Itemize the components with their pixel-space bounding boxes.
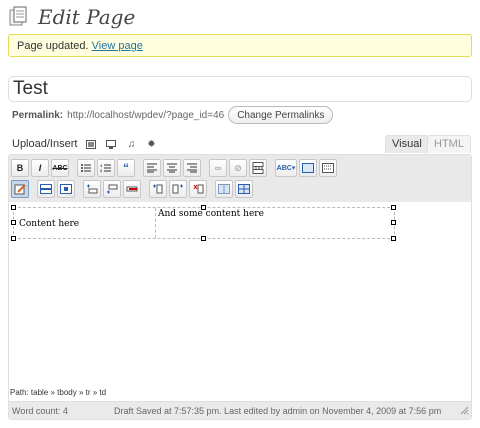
title-input[interactable] [9, 77, 471, 101]
blockquote-icon[interactable]: “ [117, 159, 135, 177]
toolbar-row-1: B I ABC 12 “ ∞ ⊘ ABC▾ [11, 158, 471, 178]
insert-col-after-icon[interactable] [169, 180, 187, 198]
split-cells-icon[interactable] [215, 180, 233, 198]
delete-col-icon[interactable] [189, 180, 207, 198]
view-page-link[interactable]: View page [92, 40, 143, 52]
permalink-row: Permalink: http://localhost/wpdev/?page_… [12, 105, 334, 125]
editor-toolbar: B I ABC 12 “ ∞ ⊘ ABC▾ [9, 155, 471, 203]
insert-row-before-icon[interactable] [83, 180, 101, 198]
resize-handle-br[interactable] [391, 236, 396, 241]
add-video-icon[interactable] [105, 138, 117, 150]
upload-insert-label: Upload/Insert [12, 138, 78, 150]
bold-icon[interactable]: B [11, 159, 29, 177]
insert-row-after-icon[interactable] [103, 180, 121, 198]
resize-handle-mr[interactable] [391, 220, 396, 225]
strikethrough-icon[interactable]: ABC [51, 159, 69, 177]
bullet-list-icon[interactable] [77, 159, 95, 177]
pages-icon [8, 6, 30, 28]
toolbar-row-2 [11, 179, 471, 199]
spellcheck-icon[interactable]: ABC▾ [275, 159, 297, 177]
fullscreen-icon[interactable] [299, 159, 317, 177]
resize-handle-bl[interactable] [11, 236, 16, 241]
merge-cells-icon[interactable] [235, 180, 253, 198]
resize-grip-icon[interactable] [459, 406, 469, 416]
permalink-label: Permalink: [12, 109, 64, 121]
update-notice: Page updated. View page [8, 34, 472, 57]
cell-properties-icon[interactable] [57, 180, 75, 198]
table-cell-1[interactable]: Content here [14, 208, 156, 238]
element-path: Path: table » tbody » tr » td [9, 388, 471, 400]
table-cell-2[interactable]: And some content here [156, 208, 394, 238]
title-field-wrap [8, 76, 472, 102]
resize-handle-tr[interactable] [391, 205, 396, 210]
resize-handle-bm[interactable] [201, 236, 206, 241]
tab-visual[interactable]: Visual [385, 135, 429, 153]
insert-col-before-icon[interactable] [149, 180, 167, 198]
resize-handle-tl[interactable] [11, 205, 16, 210]
notice-text: Page updated. [17, 40, 89, 52]
align-center-icon[interactable] [163, 159, 181, 177]
add-image-icon[interactable] [85, 138, 97, 150]
align-left-icon[interactable] [143, 159, 161, 177]
edit-table-icon[interactable] [11, 180, 29, 198]
editor: B I ABC 12 “ ∞ ⊘ ABC▾ Content here And s… [8, 154, 472, 420]
editor-content[interactable]: Content here And some content here [9, 202, 471, 396]
add-audio-icon[interactable]: ♫ [125, 138, 137, 150]
row-properties-icon[interactable] [37, 180, 55, 198]
tab-html[interactable]: HTML [427, 135, 471, 153]
change-permalinks-button[interactable]: Change Permalinks [228, 106, 334, 124]
kitchen-sink-icon[interactable] [319, 159, 337, 177]
delete-row-icon[interactable] [123, 180, 141, 198]
unlink-icon[interactable]: ⊘ [229, 159, 247, 177]
page-header: Edit Page [8, 4, 135, 30]
resize-handle-tm[interactable] [201, 205, 206, 210]
add-media-icon[interactable]: ✹ [145, 138, 157, 150]
editor-status-bar: Word count: 4 Draft Saved at 7:57:35 pm.… [9, 401, 471, 419]
numbered-list-icon[interactable]: 12 [97, 159, 115, 177]
resize-handle-ml[interactable] [11, 220, 16, 225]
word-count: Word count: 4 [12, 405, 68, 416]
permalink-url: http://localhost/wpdev/?page_id=46 [67, 109, 225, 121]
align-right-icon[interactable] [183, 159, 201, 177]
link-icon[interactable]: ∞ [209, 159, 227, 177]
page-title: Edit Page [38, 5, 136, 29]
svg-text:2: 2 [100, 168, 103, 173]
more-tag-icon[interactable] [249, 159, 267, 177]
italic-icon[interactable]: I [31, 159, 49, 177]
media-buttons: Upload/Insert ♫ ✹ [12, 137, 157, 151]
draft-status: Draft Saved at 7:57:35 pm. Last edited b… [114, 405, 442, 416]
content-table[interactable]: Content here And some content here [13, 207, 395, 239]
